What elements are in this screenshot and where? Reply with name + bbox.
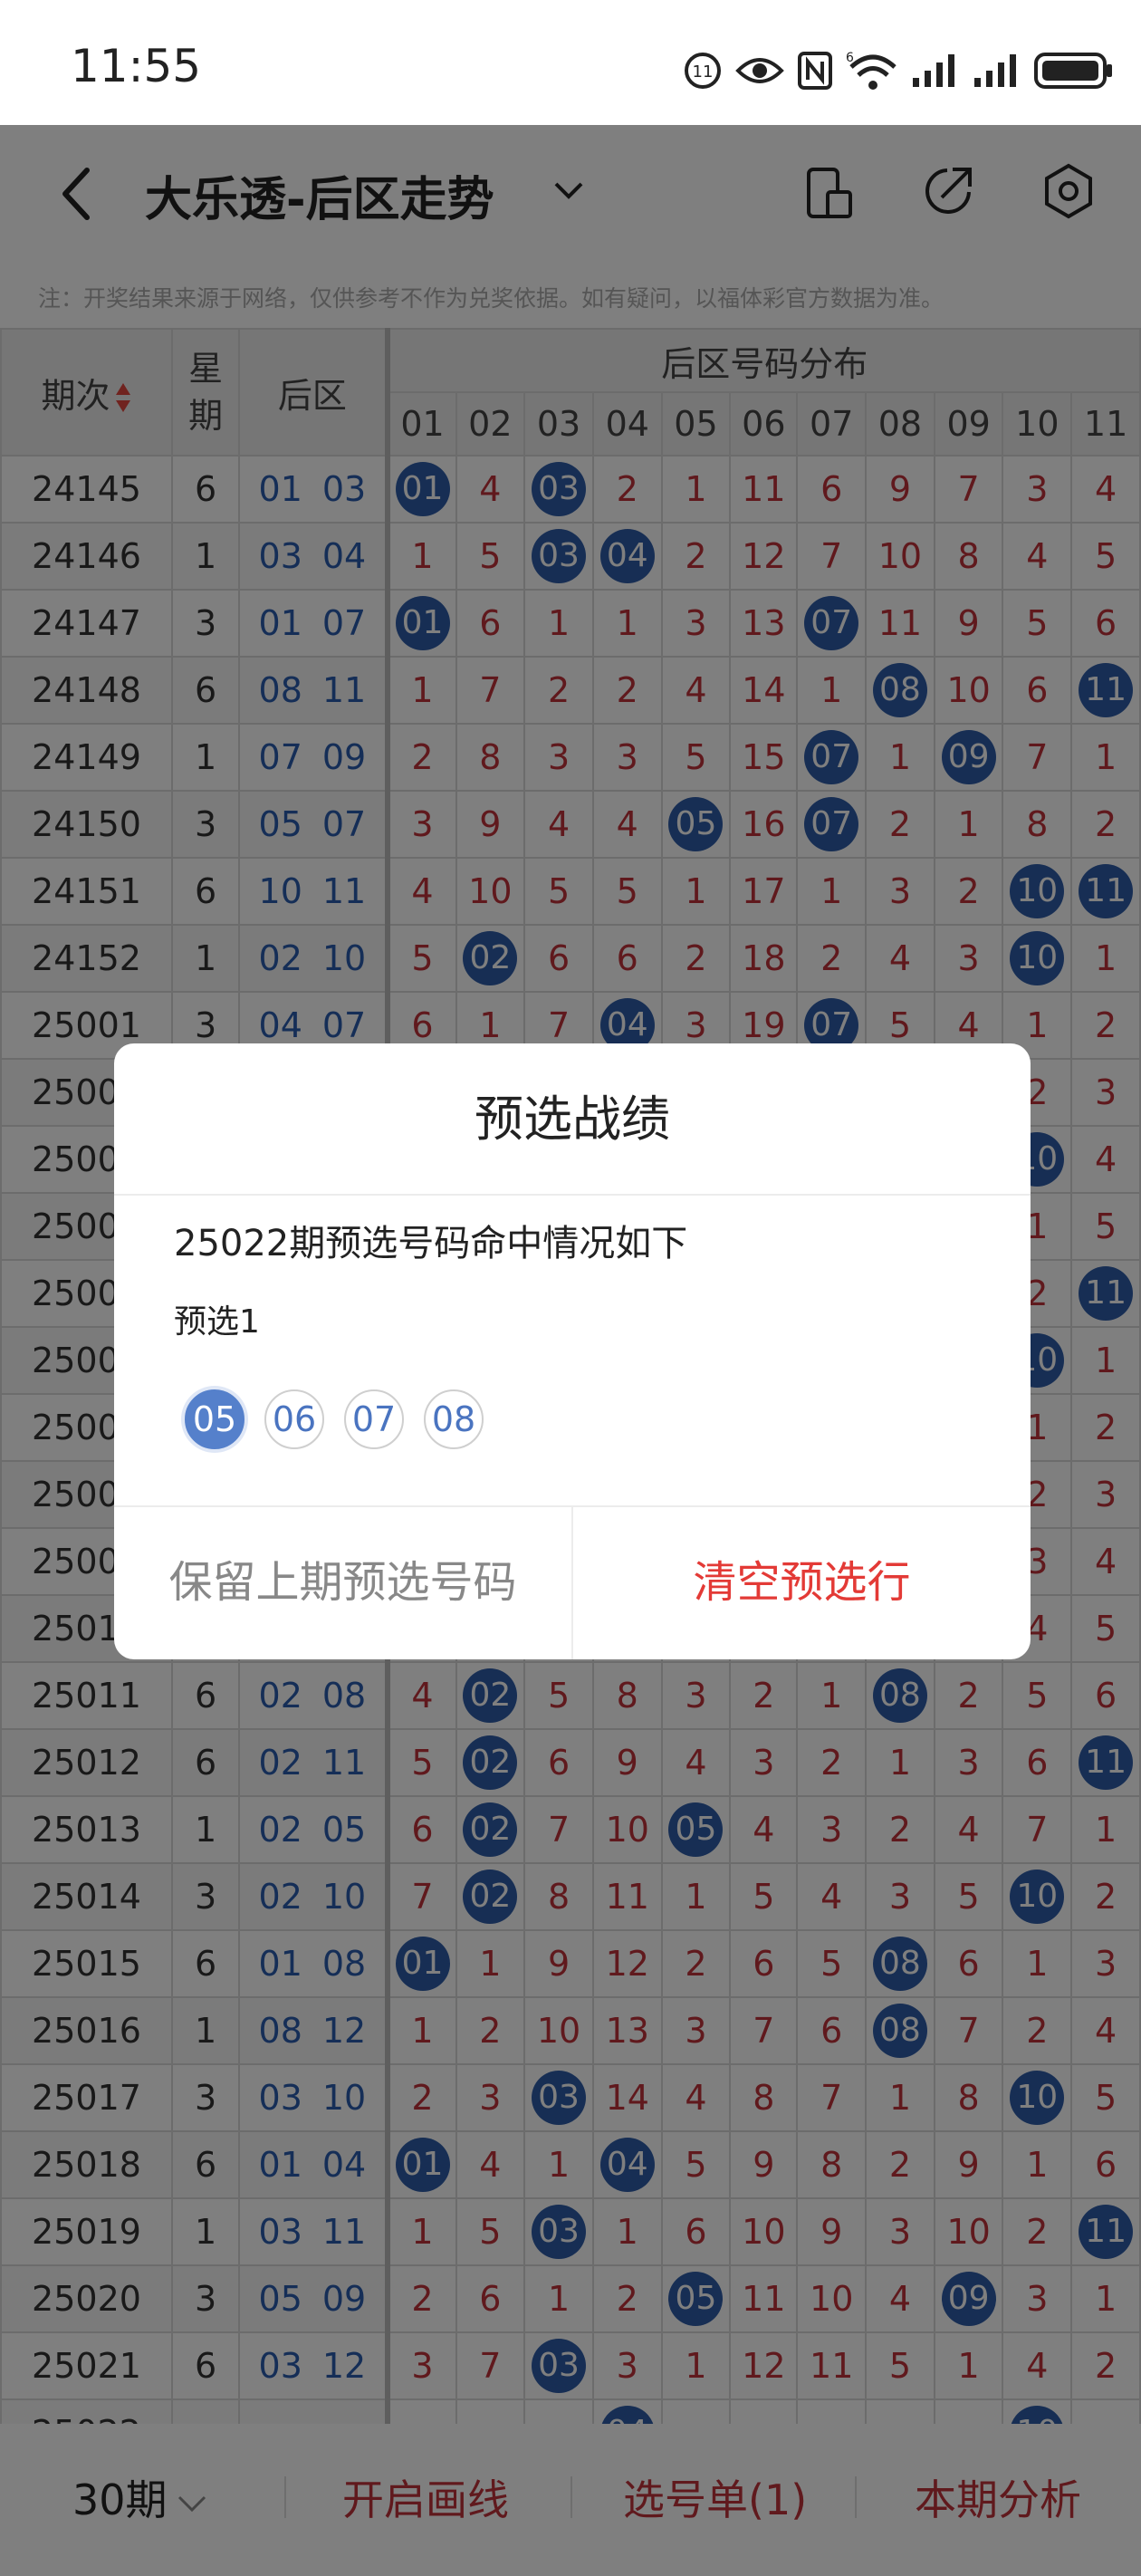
- wifi-icon: 6: [846, 51, 896, 90]
- signal-icon: [974, 54, 1016, 87]
- preselect-balls: 05 06 07 08: [185, 1389, 484, 1449]
- preselect-ball: 05: [185, 1389, 244, 1449]
- nfc-icon: [798, 52, 832, 90]
- dialog-subtitle: 25022期预选号码命中情况如下: [174, 1223, 688, 1264]
- signal-icon: [913, 54, 954, 87]
- battery-icon: [1034, 53, 1112, 89]
- preselect-ball: 08: [424, 1389, 484, 1449]
- eye-icon: [735, 58, 784, 83]
- preselect-ball: 07: [344, 1389, 404, 1449]
- status-bar: 11:55 11 6: [0, 0, 1141, 125]
- preselect-ball: 06: [264, 1389, 324, 1449]
- keep-last-preselect-button[interactable]: 保留上期预选号码: [114, 1507, 573, 1659]
- svg-text:6: 6: [846, 51, 854, 65]
- svg-text:11: 11: [693, 62, 714, 82]
- status-icons: 11 6: [683, 45, 1114, 96]
- preselect-result-dialog: 预选战绩 25022期预选号码命中情况如下 预选1 05 06 07 08 保留上期预…: [114, 1043, 1031, 1659]
- data-saver-icon: 11: [685, 53, 721, 89]
- status-time: 11:55: [71, 40, 202, 92]
- dialog-actions: 保留上期预选号码 清空预选行: [114, 1505, 1031, 1659]
- dialog-title: 预选战绩: [114, 1043, 1031, 1196]
- clear-preselect-button[interactable]: 清空预选行: [573, 1507, 1031, 1659]
- preselect-group-label: 预选1: [174, 1303, 260, 1341]
